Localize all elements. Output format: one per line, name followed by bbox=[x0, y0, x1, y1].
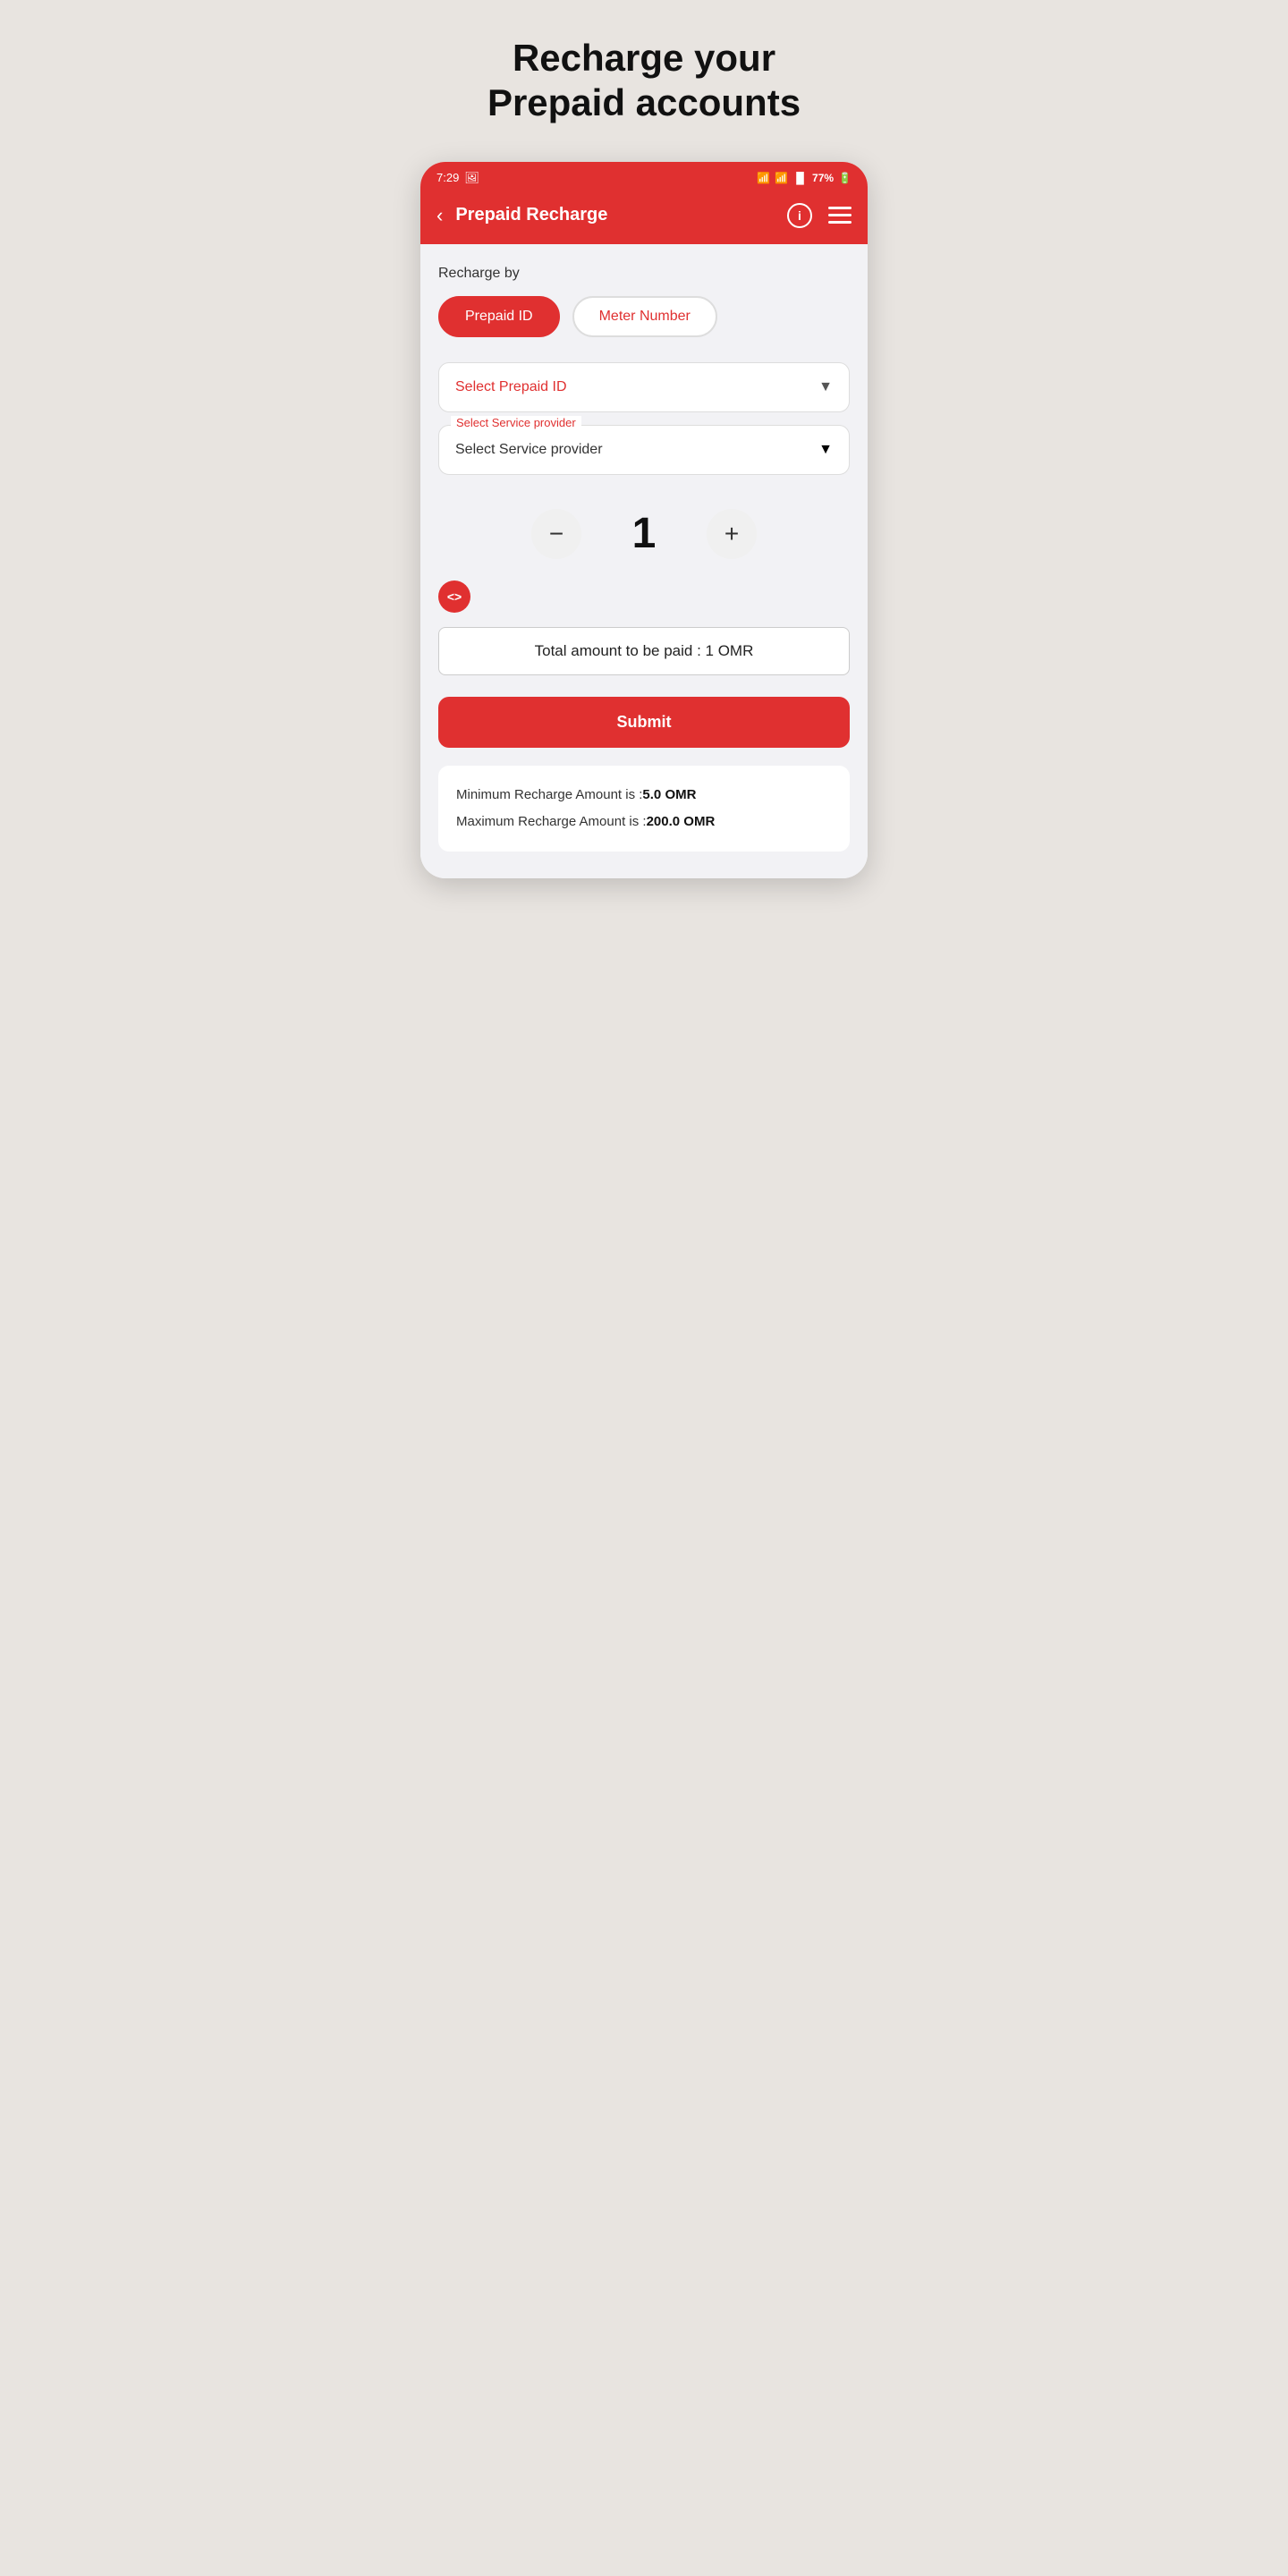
prepaid-id-toggle[interactable]: Prepaid ID bbox=[438, 296, 560, 337]
counter-section: − 1 + bbox=[438, 500, 850, 568]
recharge-info-box: Minimum Recharge Amount is :5.0 OMR Maxi… bbox=[438, 766, 850, 852]
max-recharge-row: Maximum Recharge Amount is :200.0 OMR bbox=[456, 809, 832, 835]
toggle-group: Prepaid ID Meter Number bbox=[438, 296, 850, 337]
recharge-by-label: Recharge by bbox=[438, 266, 850, 282]
image-icon: 🖼 bbox=[464, 171, 479, 185]
total-amount-box: Total amount to be paid : 1 OMR bbox=[438, 627, 850, 675]
signal-icon-1: 📶 bbox=[775, 172, 788, 184]
menu-button[interactable] bbox=[828, 207, 852, 224]
counter-value: 1 bbox=[617, 509, 671, 558]
submit-button[interactable]: Submit bbox=[438, 697, 850, 748]
menu-line-2 bbox=[828, 214, 852, 216]
content-area: Recharge by Prepaid ID Meter Number Sele… bbox=[420, 244, 868, 878]
menu-line-3 bbox=[828, 221, 852, 224]
chevron-down-icon: ▼ bbox=[818, 379, 833, 395]
select-service-provider-dropdown[interactable]: Select Service provider ▼ bbox=[438, 425, 850, 475]
decrement-button[interactable]: − bbox=[531, 509, 581, 559]
phone-frame: 7:29 🖼 📶 📶 ▐▌ 77% 🔋 ‹ Prepaid Recharge i bbox=[420, 162, 868, 878]
max-recharge-label: Maximum Recharge Amount is : bbox=[456, 814, 647, 829]
back-button[interactable]: ‹ bbox=[436, 206, 443, 225]
code-icon-button[interactable]: <> bbox=[438, 580, 470, 613]
app-bar-title: Prepaid Recharge bbox=[455, 205, 787, 225]
app-bar-icons: i bbox=[787, 203, 852, 228]
status-bar-left: 7:29 🖼 bbox=[436, 171, 479, 185]
max-recharge-value: 200.0 OMR bbox=[647, 814, 716, 829]
service-provider-floating-label: Select Service provider bbox=[451, 416, 581, 429]
select-service-provider-wrapper: Select Service provider Select Service p… bbox=[438, 425, 850, 475]
signal-bars-icon: ▐▌ bbox=[792, 172, 808, 184]
select-service-provider-text: Select Service provider bbox=[455, 442, 603, 458]
status-bar-right: 📶 📶 ▐▌ 77% 🔋 bbox=[757, 172, 852, 184]
status-bar: 7:29 🖼 📶 📶 ▐▌ 77% 🔋 bbox=[420, 162, 868, 191]
battery-icon: 🔋 bbox=[838, 172, 852, 184]
meter-number-toggle[interactable]: Meter Number bbox=[572, 296, 717, 337]
wifi-icon: 📶 bbox=[757, 172, 770, 184]
app-bar: ‹ Prepaid Recharge i bbox=[420, 191, 868, 244]
menu-line-1 bbox=[828, 207, 852, 209]
battery-display: 77% bbox=[812, 172, 834, 184]
select-prepaid-id-text: Select Prepaid ID bbox=[455, 379, 567, 395]
min-recharge-value: 5.0 OMR bbox=[642, 787, 696, 802]
increment-button[interactable]: + bbox=[707, 509, 757, 559]
min-recharge-label: Minimum Recharge Amount is : bbox=[456, 787, 642, 802]
page-wrapper: Recharge your Prepaid accounts 7:29 🖼 📶 … bbox=[420, 36, 868, 878]
time-display: 7:29 bbox=[436, 171, 459, 184]
page-title: Recharge your Prepaid accounts bbox=[487, 36, 801, 126]
info-button[interactable]: i bbox=[787, 203, 812, 228]
min-recharge-row: Minimum Recharge Amount is :5.0 OMR bbox=[456, 782, 832, 809]
service-chevron-down-icon: ▼ bbox=[818, 442, 833, 458]
select-prepaid-id-dropdown[interactable]: Select Prepaid ID ▼ bbox=[438, 362, 850, 412]
